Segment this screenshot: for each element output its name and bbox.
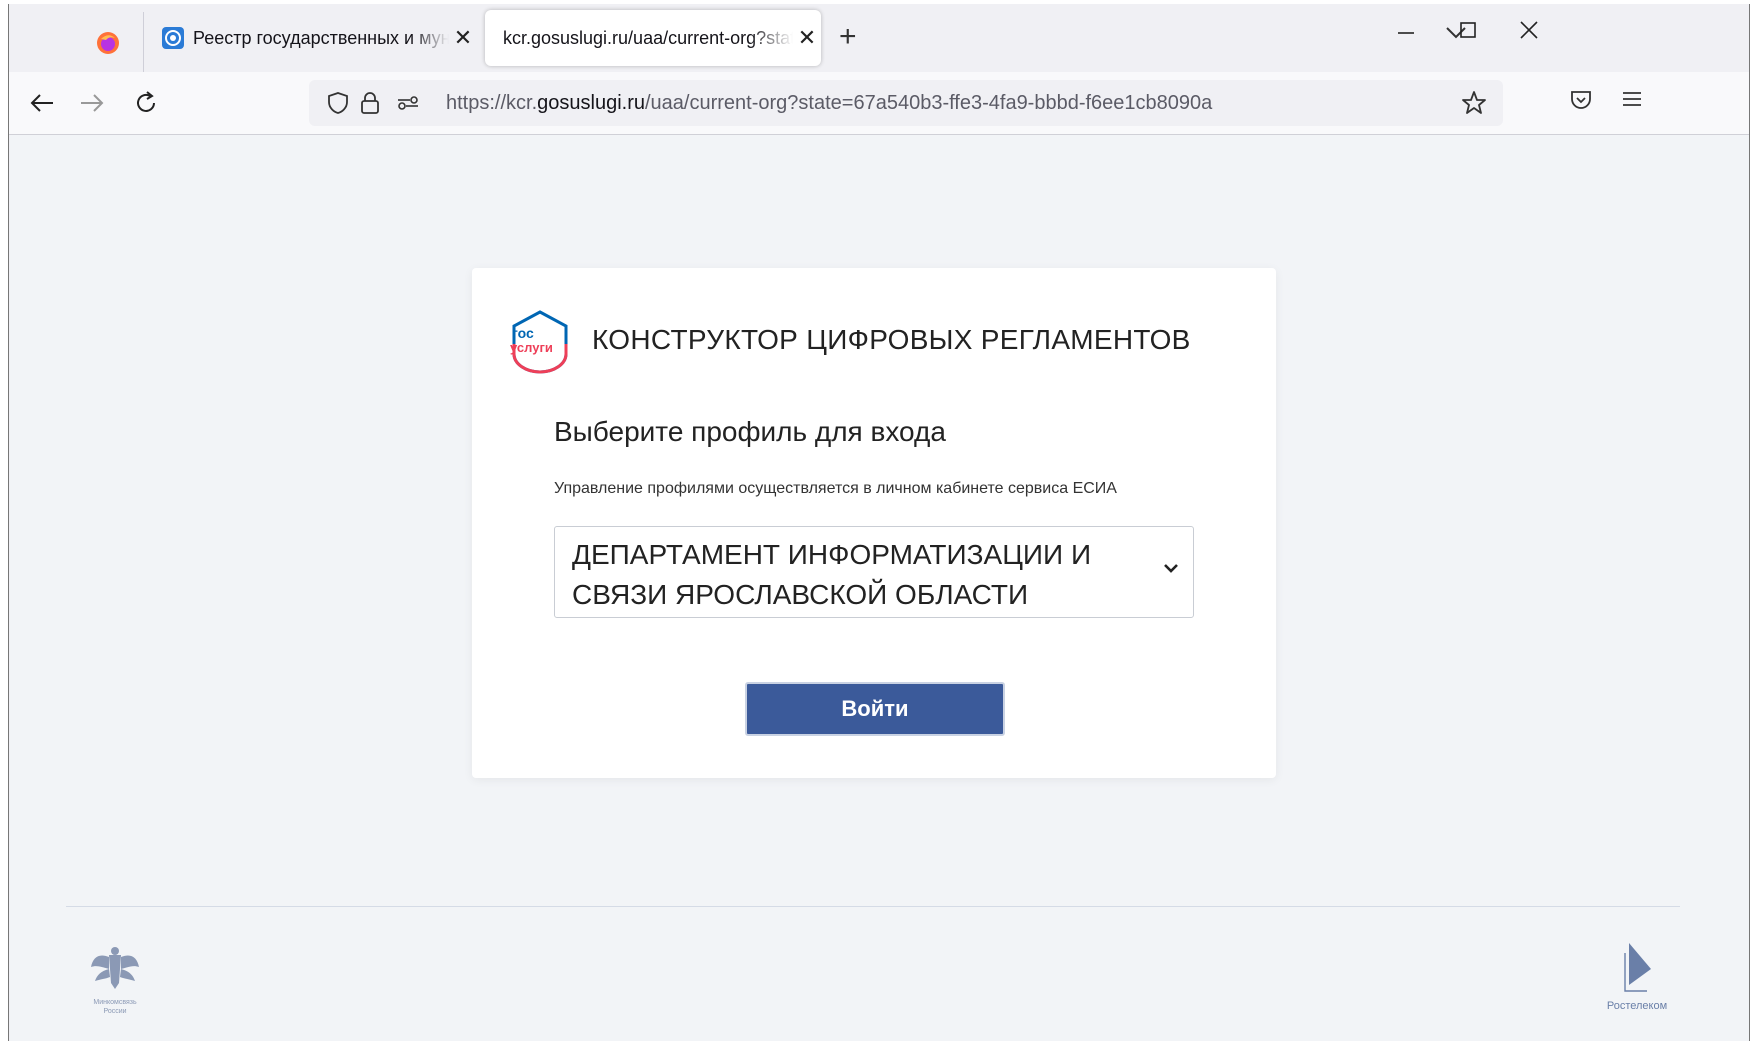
close-icon (1520, 21, 1538, 39)
tab-close-icon[interactable]: ✕ (449, 25, 477, 51)
maximize-icon (1460, 22, 1476, 38)
login-heading: Выберите профиль для входа (554, 416, 946, 447)
bookmark-star-icon[interactable] (1461, 90, 1487, 116)
tab-title: kcr.gosuslugi.ru/uaa/current-org?state=6… (503, 27, 793, 48)
rostelecom-logo: Ростелеком (1598, 941, 1676, 1012)
tab-bar: Реестр государственных и мун ✕ kcr.gosus… (9, 4, 1749, 72)
url-domain: gosuslugi.ru (537, 92, 645, 114)
chevron-down-icon (1163, 561, 1179, 579)
reload-button[interactable] (129, 86, 163, 120)
rostelecom-caption: Ростелеком (1606, 1000, 1668, 1012)
pocket-icon (1571, 91, 1591, 109)
rostelecom-icon (1624, 943, 1651, 992)
browser-window: Реестр государственных и мун ✕ kcr.gosus… (8, 4, 1750, 1041)
pocket-button[interactable] (1569, 88, 1593, 117)
minimize-button[interactable] (1397, 18, 1415, 46)
tab-title: Реестр государственных и мун (193, 27, 449, 48)
url-prefix: https://kcr. (446, 92, 538, 114)
footer-divider (66, 906, 1680, 907)
back-button[interactable] (25, 86, 59, 120)
minimize-icon (1398, 32, 1414, 34)
firefox-icon (97, 32, 119, 54)
profile-hint: Управление профилями осуществляется в ли… (554, 480, 1117, 497)
gosuslugi-logo-icon: гос услуги (510, 310, 568, 374)
tab-current-org[interactable]: kcr.gosuslugi.ru/uaa/current-org?state=6… (485, 10, 821, 66)
login-button[interactable]: Войти (745, 682, 1005, 736)
firefox-view-button[interactable] (73, 14, 143, 72)
close-window-button[interactable] (1519, 18, 1539, 46)
profile-select[interactable]: ДЕПАРТАМЕНТ ИНФОРМАТИЗАЦИИ И СВЯЗИ ЯРОСЛ… (554, 526, 1194, 618)
url-path: /uaa/current-org?state=67a540b3-ffe3-4fa… (645, 92, 1213, 114)
tab-separator (143, 12, 144, 72)
reload-icon (137, 91, 155, 112)
logo-line1: гос (512, 325, 534, 341)
logo-line2: услуги (510, 340, 553, 355)
tab-registry[interactable]: Реестр государственных и мун ✕ (151, 10, 477, 66)
ministry-caption-2: России (103, 1008, 127, 1015)
ministry-logo: Минкомсвязь России (80, 943, 150, 1016)
url-bar[interactable]: https://kcr.gosuslugi.ru/uaa/current-org… (309, 80, 1503, 126)
app-title: КОНСТРУКТОР ЦИФРОВЫХ РЕГЛАМЕНТОВ (592, 324, 1191, 355)
lock-icon[interactable] (357, 90, 383, 116)
maximize-button[interactable] (1459, 18, 1477, 46)
gosuslugi-logo: гос услуги (508, 308, 572, 381)
tracking-protection-icon[interactable] (325, 90, 351, 116)
login-card: гос услуги КОНСТРУКТОР ЦИФРОВЫХ РЕГЛАМЕН… (472, 268, 1276, 778)
tab-close-icon[interactable]: ✕ (793, 25, 821, 51)
arrow-left-icon (30, 94, 53, 112)
navigation-toolbar: https://kcr.gosuslugi.ru/uaa/current-org… (9, 72, 1749, 135)
coat-of-arms-icon (91, 947, 139, 989)
url-text[interactable]: https://kcr.gosuslugi.ru/uaa/current-org… (446, 80, 1212, 126)
arrow-right-icon (81, 94, 104, 112)
profile-selected-value: ДЕПАРТАМЕНТ ИНФОРМАТИЗАЦИИ И СВЯЗИ ЯРОСЛ… (572, 539, 1092, 610)
ministry-caption-1: Минкомсвязь (93, 999, 137, 1006)
forward-button[interactable] (75, 86, 109, 120)
permissions-icon[interactable] (395, 90, 421, 116)
registry-favicon-icon (162, 27, 184, 49)
hamburger-menu-icon (1623, 92, 1641, 106)
new-tab-button[interactable]: + (839, 22, 857, 52)
app-menu-button[interactable] (1621, 88, 1643, 115)
page-content: гос услуги КОНСТРУКТОР ЦИФРОВЫХ РЕГЛАМЕН… (10, 135, 1749, 1041)
